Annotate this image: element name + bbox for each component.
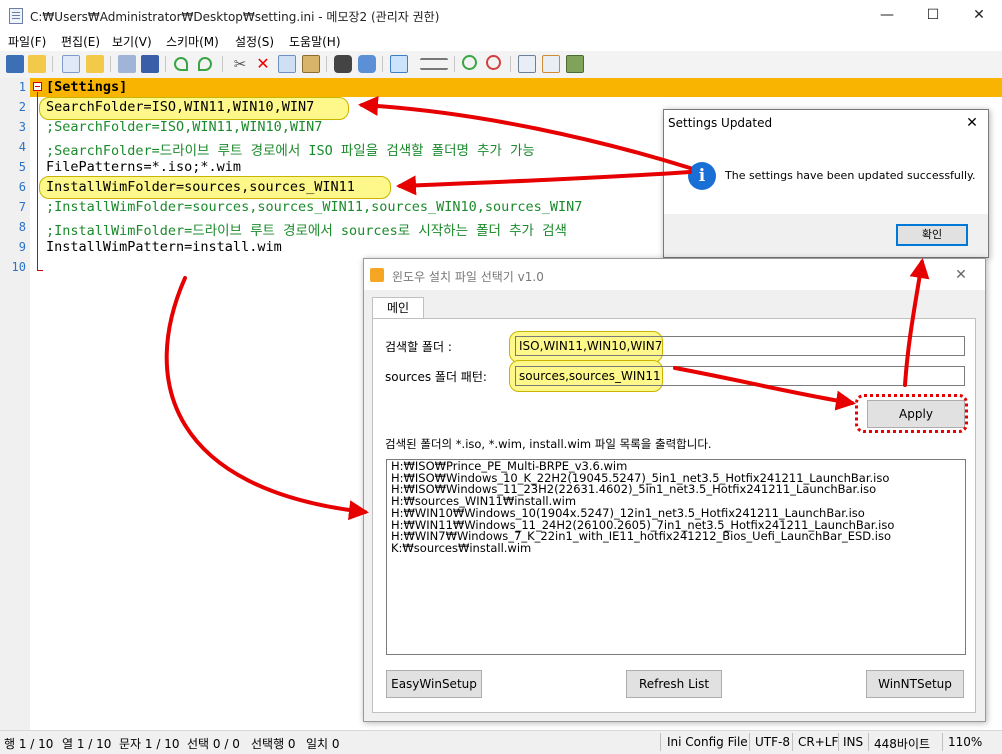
line-number: 5 xyxy=(18,160,26,174)
info-icon: i xyxy=(688,162,716,190)
code-line: FilePatterns=*.iso;*.wim xyxy=(46,159,242,175)
replace-icon[interactable] xyxy=(358,55,376,73)
line-number: 8 xyxy=(18,220,26,234)
title-bar: C:₩Users₩Administrator₩Desktop₩setting.i… xyxy=(0,0,1002,31)
undo-icon[interactable] xyxy=(174,57,188,71)
scheme-icon[interactable] xyxy=(518,55,536,73)
open-file-icon[interactable] xyxy=(86,55,104,73)
menu-help[interactable]: 도움말(H) xyxy=(289,33,341,50)
status-selection: 선택 0 / 0 xyxy=(187,737,240,751)
code-line: ;InstallWimFolder=드라이브 루트 경로에서 sources로 … xyxy=(46,223,567,239)
list-caption: 검색된 폴더의 *.iso, *.wim, install.wim 파일 목록을… xyxy=(385,437,712,451)
line-number: 10 xyxy=(11,260,26,274)
status-line: 행 1 / 10 xyxy=(4,737,54,751)
selector-close-button[interactable]: ✕ xyxy=(944,264,978,286)
line-number: 4 xyxy=(18,140,26,154)
word-wrap-icon[interactable] xyxy=(390,55,408,73)
line-number: 3 xyxy=(18,120,26,134)
dialog-title: Settings Updated xyxy=(668,116,773,130)
exit-icon[interactable] xyxy=(566,55,584,73)
status-eol[interactable]: CR+LF xyxy=(798,735,838,749)
status-selected-lines: 선택행 0 xyxy=(251,737,296,751)
code-line: ;SearchFolder=ISO,WIN11,WIN10,WIN7 xyxy=(46,119,323,135)
open-folder-icon[interactable] xyxy=(28,55,46,73)
status-insert-mode[interactable]: INS xyxy=(843,735,863,749)
search-folder-input[interactable]: ISO,WIN11,WIN10,WIN7 xyxy=(515,336,965,356)
file-list[interactable]: H:₩ISO₩Prince_PE_Multi-BRPE_v3.6.wim H:₩… xyxy=(386,459,966,655)
minimize-button[interactable]: — xyxy=(864,0,910,31)
tab-main[interactable]: 메인 xyxy=(372,297,424,319)
line-number: 9 xyxy=(18,240,26,254)
copy-icon[interactable] xyxy=(278,55,296,73)
sources-pattern-input[interactable]: sources,sources_WIN11 xyxy=(515,366,965,386)
sources-pattern-label: sources 폴더 패턴: xyxy=(385,370,487,384)
code-line: SearchFolder=ISO,WIN11,WIN10,WIN7 xyxy=(46,99,315,115)
ok-button[interactable]: 확인 xyxy=(896,224,968,246)
fold-line xyxy=(37,92,38,270)
zoom-in-icon[interactable] xyxy=(462,55,477,70)
menu-bar: 파일(F) 편집(E) 보기(V) 스키마(M) 설정(S) 도움말(H) xyxy=(0,31,1002,51)
menu-edit[interactable]: 편집(E) xyxy=(61,33,100,50)
bookmark-dropdown-icon[interactable] xyxy=(420,58,448,70)
menu-view[interactable]: 보기(V) xyxy=(112,33,152,50)
status-zoom[interactable]: 110% xyxy=(948,735,982,749)
zoom-out-icon[interactable] xyxy=(486,55,501,70)
status-column: 열 1 / 10 xyxy=(62,737,112,751)
line-number: 7 xyxy=(18,200,26,214)
status-scheme[interactable]: Ini Config File xyxy=(667,735,748,749)
find-icon[interactable] xyxy=(334,55,352,73)
status-bar: 행 1 / 10 열 1 / 10 문자 1 / 10 선택 0 / 0 선택행… xyxy=(0,730,1002,754)
menu-file[interactable]: 파일(F) xyxy=(8,33,46,50)
fold-toggle-icon[interactable] xyxy=(33,82,42,91)
current-line-highlight xyxy=(30,78,1002,97)
save-as-icon[interactable] xyxy=(141,55,159,73)
search-folder-label: 검색할 폴더 : xyxy=(385,340,452,354)
delete-icon[interactable]: ✕ xyxy=(254,55,272,73)
dialog-message: The settings have been updated successfu… xyxy=(725,169,976,182)
dialog-close-button[interactable]: ✕ xyxy=(958,112,986,134)
refresh-list-button[interactable]: Refresh List xyxy=(626,670,722,698)
code-line: InstallWimFolder=sources,sources_WIN11 xyxy=(46,179,355,195)
notepad-icon xyxy=(9,8,23,24)
paste-icon[interactable] xyxy=(302,55,320,73)
new-file-icon[interactable] xyxy=(62,55,80,73)
cut-icon[interactable]: ✂ xyxy=(231,55,249,73)
customize-scheme-icon[interactable] xyxy=(542,55,560,73)
status-char: 문자 1 / 10 xyxy=(119,737,180,751)
main-panel: 검색할 폴더 : ISO,WIN11,WIN10,WIN7 sources 폴더… xyxy=(372,318,976,713)
redo-icon[interactable] xyxy=(198,57,212,71)
code-line: ;InstallWimFolder=sources,sources_WIN11,… xyxy=(46,199,583,215)
settings-updated-dialog: Settings Updated ✕ i The settings have b… xyxy=(663,109,989,258)
new-window-icon[interactable] xyxy=(6,55,24,73)
status-file-size: 448바이트 xyxy=(874,737,931,751)
code-line: ;SearchFolder=드라이브 루트 경로에서 ISO 파일을 검색할 폴… xyxy=(46,143,535,159)
installer-selector-window: 윈도우 설치 파일 선택기 v1.0 ✕ 메인 검색할 폴더 : ISO,WIN… xyxy=(363,258,986,722)
line-number: 2 xyxy=(18,100,26,114)
fold-line-end xyxy=(37,270,43,271)
maximize-button[interactable]: ☐ xyxy=(910,0,956,31)
list-item[interactable]: K:₩sources₩install.wim xyxy=(391,542,961,555)
save-icon[interactable] xyxy=(118,55,136,73)
line-number: 1 xyxy=(18,80,26,94)
window-title: C:₩Users₩Administrator₩Desktop₩setting.i… xyxy=(30,10,440,24)
winntsetup-button[interactable]: WinNTSetup xyxy=(866,670,964,698)
easywinsetup-button[interactable]: EasyWinSetup xyxy=(386,670,482,698)
selector-title: 윈도우 설치 파일 선택기 v1.0 xyxy=(392,270,544,284)
menu-settings[interactable]: 설정(S) xyxy=(235,33,274,50)
toolbar: ✂ ✕ xyxy=(0,51,1002,79)
line-number: 6 xyxy=(18,180,26,194)
code-line: InstallWimPattern=install.wim xyxy=(46,239,282,255)
status-encoding[interactable]: UTF-8 xyxy=(755,735,790,749)
selector-app-icon xyxy=(370,268,384,282)
selector-title-bar: 윈도우 설치 파일 선택기 v1.0 ✕ xyxy=(364,259,985,290)
menu-scheme[interactable]: 스키마(M) xyxy=(166,33,219,50)
line-number-gutter: 1 2 3 4 5 6 7 8 9 10 xyxy=(0,78,30,730)
close-button[interactable]: ✕ xyxy=(956,0,1002,31)
code-line: [Settings] xyxy=(46,79,128,95)
status-match: 일치 0 xyxy=(306,737,340,751)
apply-emphasis-ring xyxy=(855,394,968,433)
